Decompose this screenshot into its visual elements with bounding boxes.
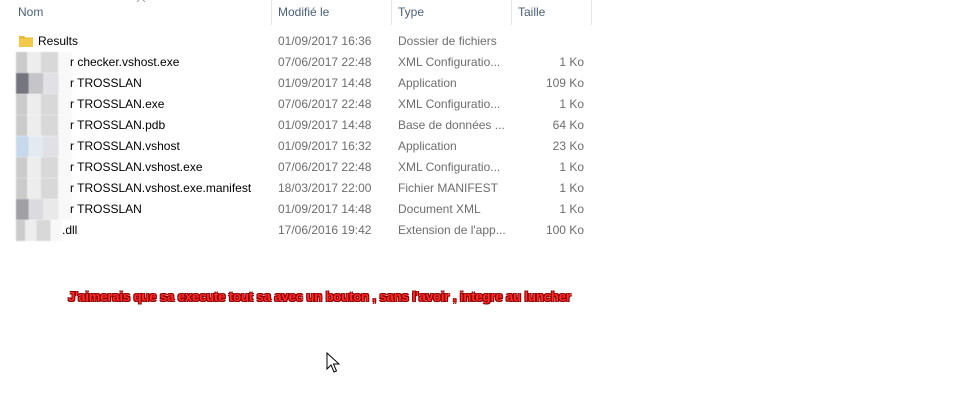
file-name: r TROSSLAN.exe <box>70 97 165 111</box>
file-name: r TROSSLAN.vshost.exe <box>70 160 203 174</box>
redacted-file-icon <box>16 220 62 241</box>
file-type: XML Configuratio... <box>398 160 501 174</box>
file-name: r TROSSLAN <box>70 202 142 216</box>
redacted-file-icon <box>16 199 72 220</box>
annotation-text: J'aimerais que sa execute tout sa avec u… <box>68 289 571 304</box>
file-row[interactable]: r TROSSLAN.vshost 01/09/2017 16:32 Appli… <box>0 136 592 157</box>
redacted-file-icon <box>16 94 72 115</box>
file-row[interactable]: r TROSSLAN.exe 07/06/2017 22:48 XML Conf… <box>0 94 592 115</box>
file-size: 109 Ko <box>545 76 584 90</box>
file-type: XML Configuratio... <box>398 55 501 69</box>
file-size: 1 Ko <box>559 181 584 195</box>
file-name: r checker.vshost.exe <box>70 55 180 69</box>
file-type: Dossier de fichiers <box>398 34 497 48</box>
file-type: Extension de l'app... <box>398 223 506 237</box>
file-row[interactable]: Results 01/09/2017 16:36 Dossier de fich… <box>0 31 592 52</box>
mouse-pointer-icon <box>326 352 340 373</box>
file-modified: 01/09/2017 14:48 <box>278 202 372 216</box>
file-type: Application <box>398 139 457 153</box>
file-size: 1 Ko <box>559 97 584 111</box>
file-modified: 18/03/2017 22:00 <box>278 181 372 195</box>
redacted-file-icon <box>16 52 72 73</box>
file-size: 1 Ko <box>559 202 584 216</box>
file-name: Results <box>38 34 79 48</box>
file-modified: 17/06/2016 19:42 <box>278 223 372 237</box>
file-modified: 07/06/2017 22:48 <box>278 97 372 111</box>
column-header-size[interactable]: Taille <box>512 0 592 25</box>
file-size: 100 Ko <box>545 223 584 237</box>
column-header-type[interactable]: Type <box>392 0 512 25</box>
column-header-bar: Nom Modifié le Type Taille <box>0 0 592 25</box>
file-name: r TROSSLAN <box>70 76 142 90</box>
file-modified: 07/06/2017 22:48 <box>278 55 372 69</box>
file-type: Application <box>398 76 457 90</box>
file-row[interactable]: r TROSSLAN 01/09/2017 14:48 Document XML… <box>0 199 592 220</box>
file-type: Base de données ... <box>398 118 505 132</box>
file-size: 1 Ko <box>559 55 584 69</box>
file-modified: 07/06/2017 22:48 <box>278 160 372 174</box>
column-header-modified[interactable]: Modifié le <box>272 0 392 25</box>
file-name: r TROSSLAN.vshost.exe.manifest <box>70 181 252 195</box>
file-modified: 01/09/2017 14:48 <box>278 118 372 132</box>
column-header-name[interactable]: Nom <box>12 0 272 25</box>
file-row[interactable]: r checker.vshost.exe 07/06/2017 22:48 XM… <box>0 52 592 73</box>
redacted-file-icon <box>16 115 72 136</box>
file-size: 23 Ko <box>552 139 584 153</box>
file-name: r TROSSLAN.pdb <box>70 118 166 132</box>
file-type: Document XML <box>398 202 481 216</box>
file-size: 1 Ko <box>559 160 584 174</box>
file-row[interactable]: r TROSSLAN.vshost.exe.manifest 18/03/201… <box>0 178 592 199</box>
file-row[interactable]: r TROSSLAN 01/09/2017 14:48 Application … <box>0 73 592 94</box>
file-modified: 01/09/2017 16:36 <box>278 34 372 48</box>
file-row[interactable]: .dll 17/06/2016 19:42 Extension de l'app… <box>0 220 592 241</box>
file-modified: 01/09/2017 16:32 <box>278 139 372 153</box>
column-divider[interactable] <box>591 0 592 25</box>
file-row[interactable]: r TROSSLAN.vshost.exe 07/06/2017 22:48 X… <box>0 157 592 178</box>
file-modified: 01/09/2017 14:48 <box>278 76 372 90</box>
file-row[interactable]: r TROSSLAN.pdb 01/09/2017 14:48 Base de … <box>0 115 592 136</box>
file-name: .dll <box>62 223 78 237</box>
folder-icon <box>19 36 33 47</box>
file-type: Fichier MANIFEST <box>398 181 499 195</box>
file-name: r TROSSLAN.vshost <box>70 139 180 153</box>
file-type: XML Configuratio... <box>398 97 501 111</box>
redacted-file-icon <box>16 73 72 94</box>
file-size: 64 Ko <box>552 118 584 132</box>
file-size <box>512 31 584 52</box>
redacted-file-icon <box>16 136 72 157</box>
redacted-file-icon <box>16 157 72 178</box>
redacted-file-icon <box>16 178 72 199</box>
